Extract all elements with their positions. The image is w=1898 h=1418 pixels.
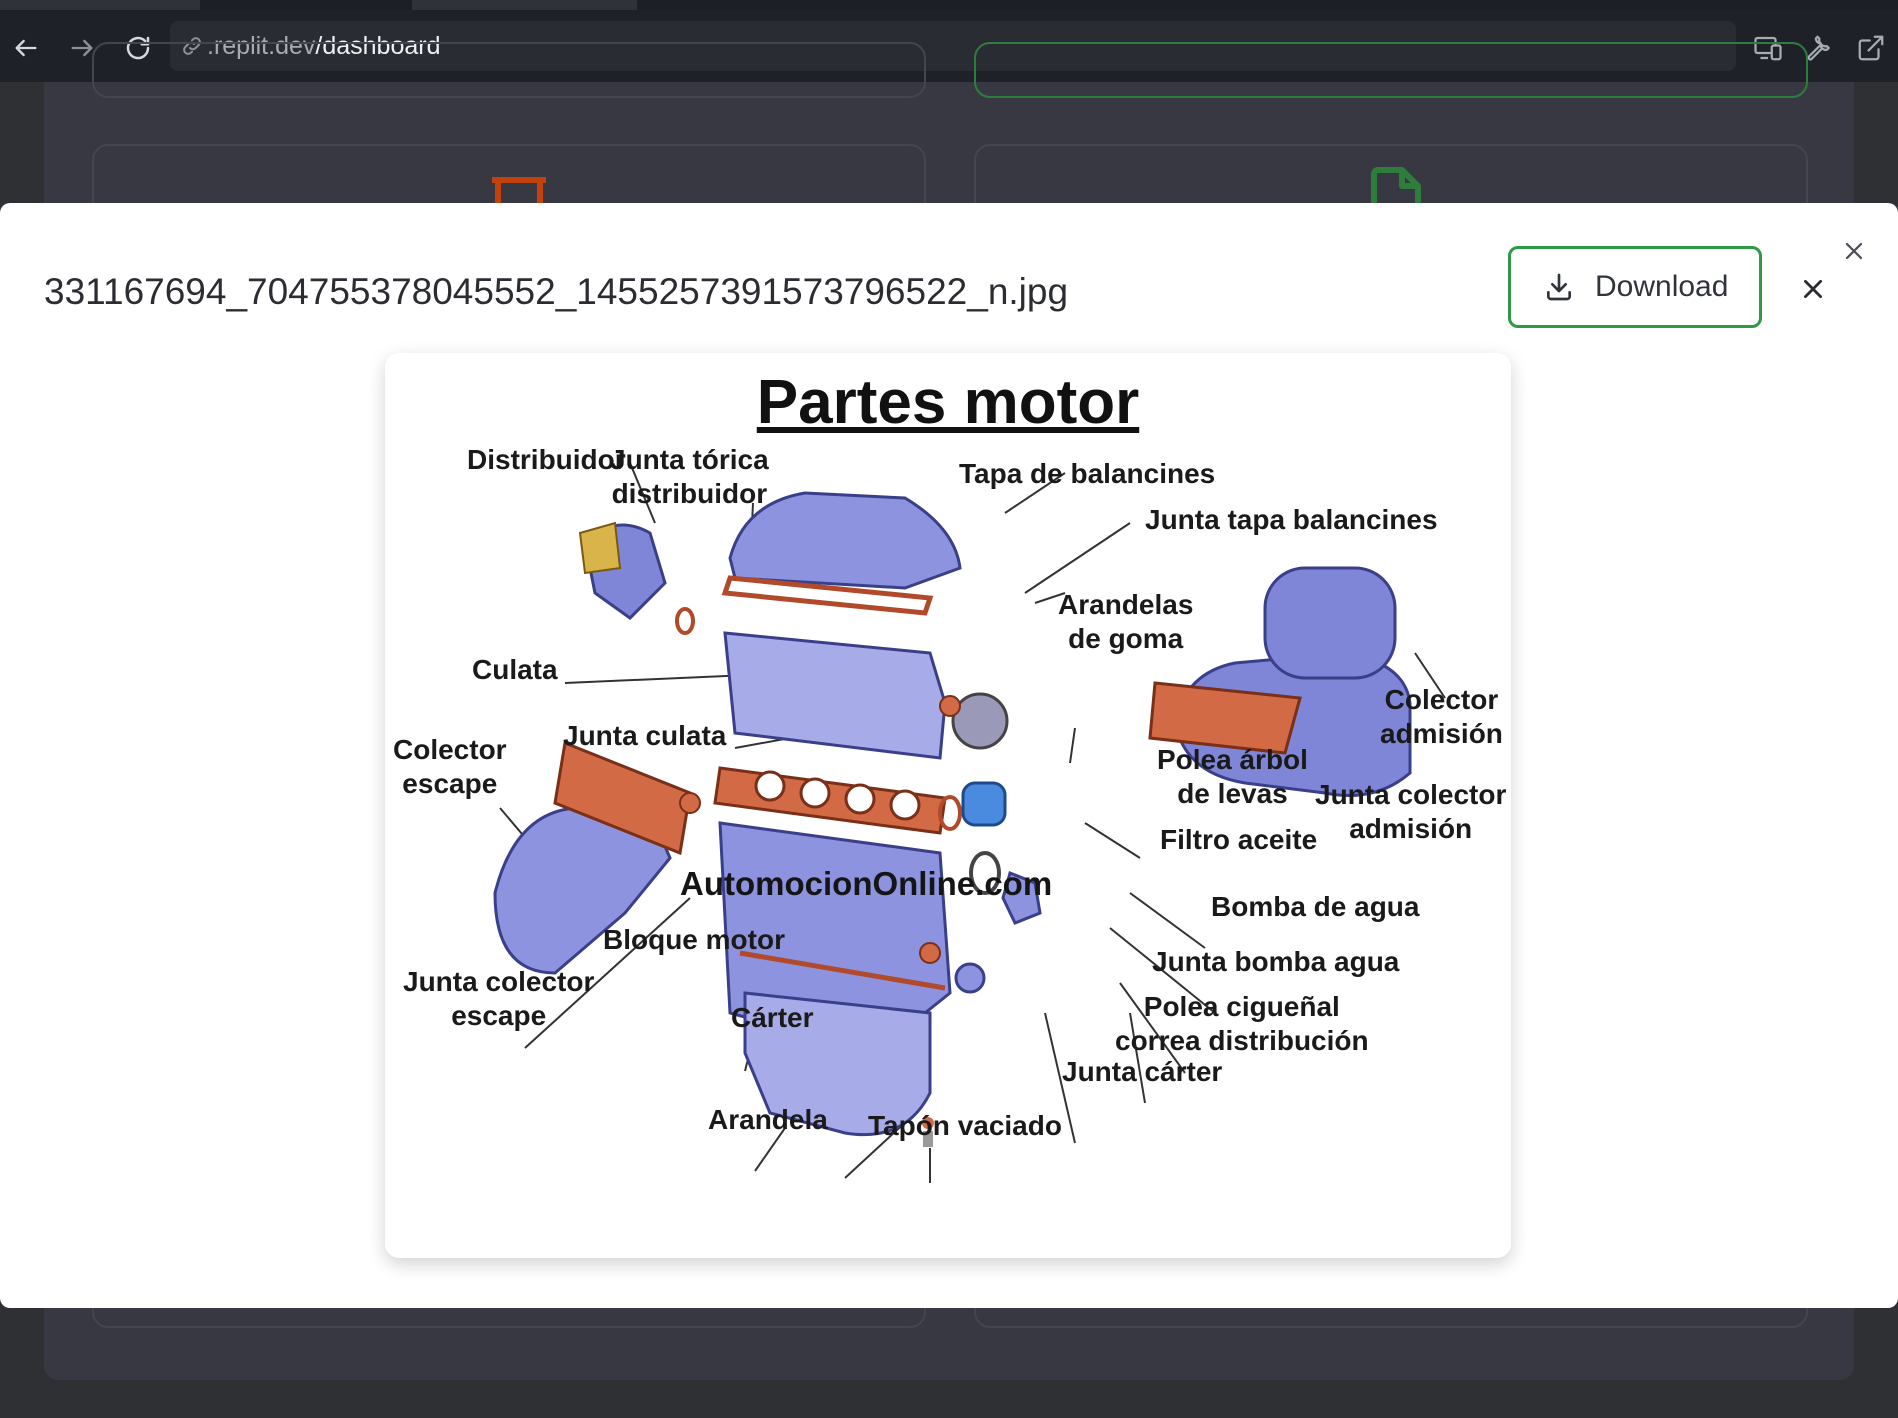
label-line: admisión — [1380, 718, 1503, 749]
label-line: escape — [402, 768, 498, 799]
label-colector-escape: Colector escape — [393, 733, 507, 801]
label-colector-admision: Colector admisión — [1380, 683, 1503, 751]
label-culata: Culata — [472, 654, 558, 685]
label-junta-colector-escape: Junta colector escape — [403, 965, 594, 1033]
label-junta-torica: Junta tórica distribuidor — [610, 443, 769, 511]
label-polea-arbol: Polea árbol de levas — [1157, 743, 1308, 811]
file-name: 331167694_704755378045552_14552573915737… — [44, 271, 1069, 312]
label-line: distribuidor — [611, 478, 768, 509]
label-polea-cigueñal: Polea cigueñal correa distribución — [1115, 990, 1369, 1058]
label-junta-bomba: Junta bomba agua — [1152, 946, 1400, 977]
open-in-new-tab-button[interactable] — [1851, 28, 1891, 68]
label-line: admisión — [1349, 813, 1473, 844]
dashboard-card — [92, 42, 926, 98]
close-button[interactable] — [1795, 271, 1831, 307]
close-button-secondary[interactable] — [1838, 235, 1870, 267]
browser-tab[interactable] — [412, 0, 637, 10]
diagram-title: Partes motor — [756, 368, 1140, 437]
label-distribuidor: Distribuidor — [467, 444, 626, 475]
label-line: Arandelas — [1058, 589, 1194, 620]
backdrop-bottom[interactable] — [0, 1308, 1898, 1418]
label-junta-carter: Junta cárter — [1062, 1056, 1223, 1087]
label-line: Junta colector — [1315, 779, 1507, 810]
label-arandelas: Arandelas de goma — [1058, 588, 1193, 656]
label-line: Polea cigueñal — [1143, 991, 1340, 1022]
label-line: escape — [451, 1000, 547, 1031]
download-icon — [1547, 273, 1571, 301]
label-bomba-agua: Bomba de agua — [1211, 891, 1420, 922]
close-icon — [1845, 242, 1863, 260]
back-button[interactable] — [6, 28, 46, 68]
download-label: Download — [1595, 270, 1729, 303]
label-line: Colector — [393, 734, 507, 765]
label-line: Junta colector — [403, 966, 595, 997]
label-line: Junta tórica — [610, 444, 769, 475]
label-tapa-balancines: Tapa de balancines — [959, 458, 1216, 489]
label-line: de levas — [1177, 778, 1288, 809]
download-button[interactable]: Download — [1508, 246, 1762, 328]
watermark: AutomocionOnline.com — [680, 865, 1053, 902]
label-filtro-aceite: Filtro aceite — [1160, 824, 1318, 855]
label-line: Polea árbol — [1157, 744, 1308, 775]
label-line: correa distribución — [1115, 1025, 1369, 1056]
back-arrow-icon — [15, 39, 37, 57]
label-bloque-motor: Bloque motor — [603, 924, 785, 955]
label-carter: Cárter — [731, 1002, 814, 1033]
label-line: Colector — [1384, 684, 1499, 715]
image-preview: Partes motor Distribuidor Junta tórica di… — [385, 353, 1511, 1258]
label-junta-colector-admision: Junta colector admisión — [1315, 778, 1506, 846]
label-junta-tapa: Junta tapa balancines — [1145, 504, 1438, 535]
label-line: de goma — [1068, 623, 1184, 654]
file-preview-modal: 331167694_704755378045552_14552573915737… — [0, 203, 1898, 1308]
label-arandela: Arandela — [708, 1104, 828, 1135]
close-icon — [1804, 280, 1822, 298]
dashboard-card-active — [974, 42, 1808, 98]
open-external-icon — [1858, 35, 1884, 61]
wrench-icon — [1807, 35, 1830, 61]
tab-strip — [0, 0, 1898, 10]
browser-tab[interactable] — [0, 0, 200, 10]
label-junta-culata: Junta culata — [563, 720, 727, 751]
label-tapon-vaciado: Tapón vaciado — [868, 1110, 1062, 1141]
